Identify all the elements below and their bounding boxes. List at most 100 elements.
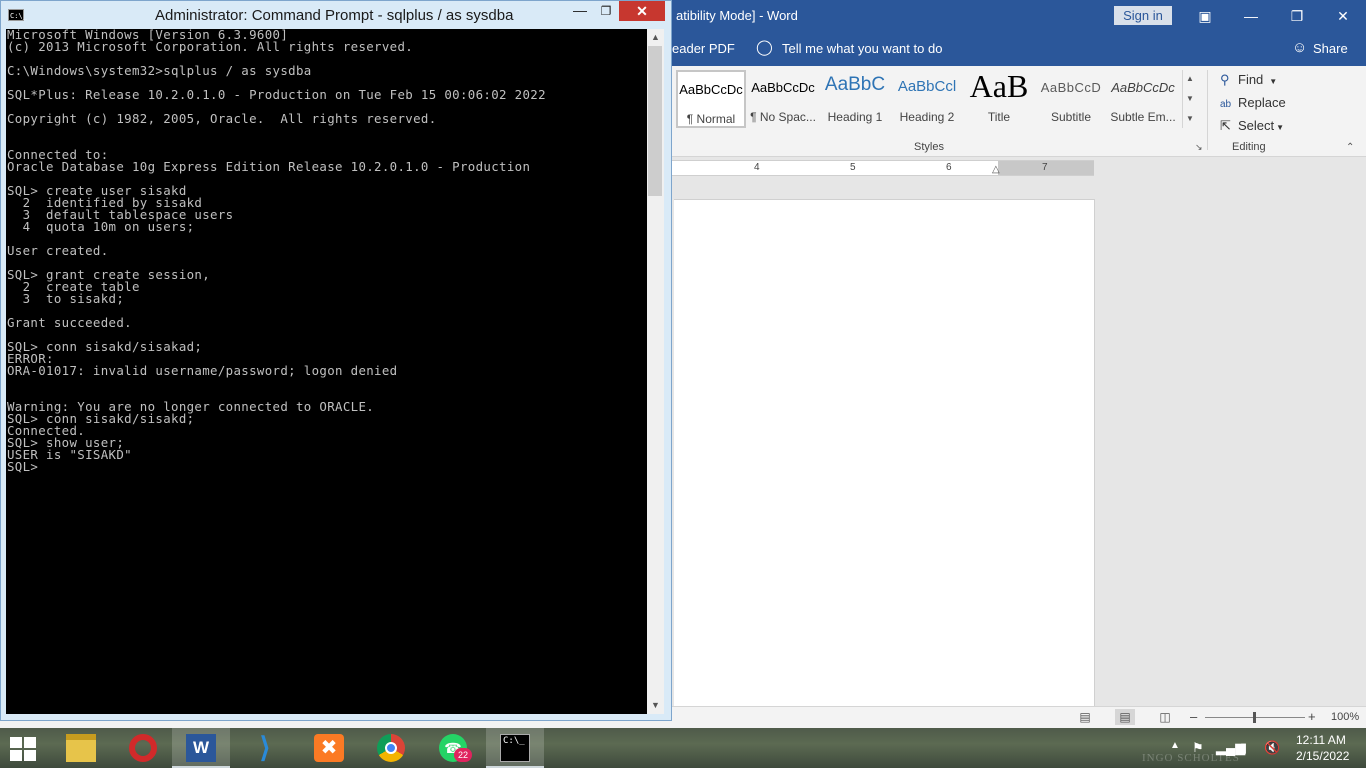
chevron-down-icon: ▼ [1269,77,1278,86]
style-normal[interactable]: AaBbCcDc ¶ Normal [676,70,746,128]
styles-gallery: AaBbCcDc ¶ Normal AaBbCcDc ¶ No Spac... … [676,70,1196,128]
style-label: Heading 2 [899,110,955,124]
style-label: Title [987,110,1011,124]
chrome-center [385,742,397,754]
windows-logo-icon [24,750,36,761]
style-subtitle[interactable]: AaBbCcD Subtitle [1036,70,1106,128]
ruler-number: 4 [754,162,760,173]
dialog-launcher-icon[interactable]: ↘ [1195,142,1203,153]
battery-icon[interactable]: ▯ [1240,740,1247,756]
taskbar-command-prompt[interactable]: C:\_ [486,728,544,768]
person-icon: ☺ [1292,39,1308,56]
wallpaper-watermark: INGO SCHOLTES [1142,752,1240,764]
horizontal-ruler: 4 5 6 7 △ [672,160,1094,176]
command-prompt-icon[interactable]: C:\_ [8,9,27,21]
cursor-icon: ⇱ [1220,118,1231,133]
tell-me-search[interactable]: Tell me what you want to do [782,41,942,56]
replace-label: Replace [1238,95,1286,110]
windows-logo-icon [24,737,36,748]
opera-icon [129,734,157,762]
find-button[interactable]: ⚲ Find ▼ [1220,72,1277,88]
clock-date[interactable]: 2/15/2022 [1296,749,1349,763]
web-layout-icon[interactable]: ◫ [1155,709,1175,725]
taskbar-vscode[interactable]: ⟩ [236,728,294,768]
ribbon-display-options-icon[interactable]: ▣ [1182,0,1228,32]
style-label: Subtitle [1050,110,1092,124]
show-hidden-icons-icon[interactable]: ▲ [1170,740,1180,751]
taskbar-file-explorer[interactable] [52,728,110,768]
console-output[interactable]: Microsoft Windows [Version 6.3.9600] (c)… [6,29,647,714]
taskbar-word[interactable]: W [172,728,230,768]
minimize-button[interactable]: — [1228,0,1274,32]
style-sample: AaBbCcl [897,78,957,95]
taskbar-chrome[interactable] [362,728,420,768]
notification-badge: 22 [454,748,472,762]
windows-logo-icon [10,750,22,761]
style-label: ¶ No Spac... [750,110,816,124]
scroll-up-icon[interactable]: ▲ [647,29,664,46]
style-no-spacing[interactable]: AaBbCcDc ¶ No Spac... [748,70,818,128]
sign-in-button[interactable]: Sign in [1114,6,1172,25]
cmd-window-title: Administrator: Command Prompt - sqlplus … [155,7,514,24]
maximize-button[interactable]: ❐ [593,2,619,22]
word-icon: W [186,734,216,762]
select-button[interactable]: ⇱ Select ▼ [1220,118,1284,134]
scroll-down-icon[interactable]: ▼ [647,697,664,714]
close-button[interactable]: ✕ [1320,0,1366,32]
lightbulb-icon: ◯ [756,39,773,56]
restore-button[interactable]: ❐ [1274,0,1320,32]
zoom-out-button[interactable]: – [1190,709,1197,724]
style-subtle-emphasis[interactable]: AaBbCcDc Subtle Em... [1108,70,1178,128]
style-heading-1[interactable]: AaBbC Heading 1 [820,70,890,128]
style-sample: AaBbCcD [1040,80,1102,95]
taskbar-opera[interactable] [114,728,172,768]
document-page[interactable] [674,199,1095,707]
taskbar-whatsapp[interactable]: ☎ 22 [424,728,482,768]
styles-gallery-scroll: ▲ ▼ ▼ [1182,70,1197,128]
style-sample: AaBbCcDc [1111,80,1175,95]
start-button[interactable] [6,734,40,762]
gallery-more-icon[interactable]: ▼ [1185,110,1195,128]
share-button[interactable]: Share [1313,41,1348,56]
style-label: Subtle Em... [1110,110,1176,124]
style-heading-2[interactable]: AaBbCcl Heading 2 [892,70,962,128]
vscode-icon: ⟩ [259,732,271,763]
word-window-title: atibility Mode] - Word [676,8,798,23]
clock-time[interactable]: 12:11 AM [1296,733,1346,747]
style-label: ¶ Normal [686,112,736,126]
editing-group-label: Editing [1232,141,1266,153]
replace-icon: ab [1220,99,1232,110]
search-icon: ⚲ [1220,72,1230,87]
style-sample: AaBbCcDc [679,82,743,97]
styles-group-label: Styles [914,141,944,153]
taskbar-xampp[interactable]: ✖ [300,728,358,768]
command-prompt-icon: C:\_ [500,734,530,762]
ruler-number: 6 [946,162,952,173]
tab-reader-pdf[interactable]: eader PDF [672,41,735,56]
volume-muted-icon[interactable]: 🔇 [1264,740,1280,756]
read-mode-icon[interactable]: ▤ [1075,709,1095,725]
zoom-in-button[interactable]: + [1308,709,1316,724]
print-layout-icon[interactable]: ▤ [1115,709,1135,725]
style-sample: AaBbCcDc [751,80,815,95]
collapse-ribbon-icon[interactable]: ⌃ [1346,142,1354,153]
xampp-icon: ✖ [314,734,344,762]
zoom-level[interactable]: 100% [1331,711,1359,723]
style-sample: AaBbC [824,74,886,95]
indent-marker-icon[interactable]: △ [992,164,1000,175]
select-label: Select [1238,118,1275,133]
close-button[interactable]: ✕ [619,1,665,21]
chevron-down-icon: ▼ [1276,123,1285,132]
find-label: Find [1238,72,1264,87]
style-title[interactable]: AaB Title [964,70,1034,128]
scrollbar-thumb[interactable] [648,46,662,196]
minimize-button[interactable]: — [567,2,593,22]
vertical-scrollbar[interactable]: ▲ ▼ [647,29,664,714]
replace-button[interactable]: ab Replace [1220,95,1286,110]
gallery-up-icon[interactable]: ▲ [1185,70,1195,88]
gallery-down-icon[interactable]: ▼ [1185,90,1195,108]
folder-icon [66,734,96,762]
console-text: Microsoft Windows [Version 6.3.9600] (c)… [7,29,546,474]
zoom-slider-thumb[interactable] [1253,712,1256,723]
ruler-number: 5 [850,162,856,173]
